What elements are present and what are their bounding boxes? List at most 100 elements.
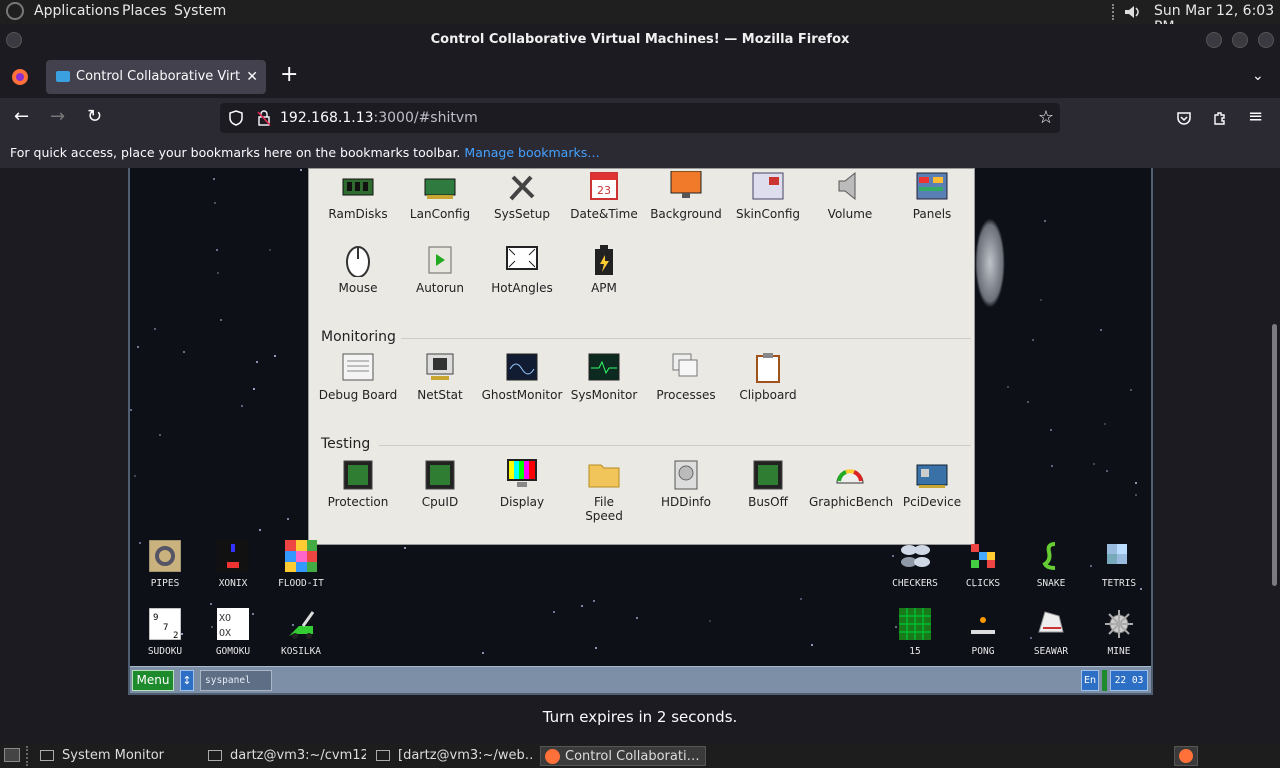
pocket-icon[interactable] — [1176, 110, 1192, 126]
app-netstat[interactable]: NetStat — [399, 352, 481, 402]
firefox-icon[interactable] — [11, 68, 29, 86]
page-scrollbar[interactable] — [1272, 324, 1277, 586]
hard-disk-icon — [674, 460, 698, 490]
maximize-button[interactable] — [1232, 32, 1248, 48]
vm-task-syspanel[interactable]: syspanel — [200, 670, 272, 691]
vm-clock[interactable]: 22 03 — [1110, 670, 1148, 691]
app-pcidevice[interactable]: PciDevice — [891, 459, 973, 509]
desktop-icon-gomoku[interactable]: XO OX GOMOKU — [198, 608, 268, 657]
back-button[interactable]: ← — [14, 106, 29, 127]
close-tab-icon[interactable]: ✕ — [246, 60, 258, 94]
snake-icon — [1042, 542, 1056, 570]
app-display[interactable]: Display — [481, 459, 563, 509]
new-tab-button[interactable]: + — [280, 62, 298, 87]
places-menu[interactable]: Places — [122, 3, 167, 19]
app-file-speed[interactable]: File Speed — [563, 459, 645, 523]
star — [137, 346, 140, 349]
app-lanconfig[interactable]: LanConfig — [399, 171, 481, 221]
list-tabs-chevron-icon[interactable]: ⌄ — [1252, 68, 1264, 84]
minimize-button[interactable] — [1206, 32, 1222, 48]
app-graphicbench[interactable]: GraphicBench — [809, 459, 893, 509]
star — [217, 272, 220, 275]
star — [214, 201, 217, 204]
star — [273, 355, 276, 357]
star — [1039, 298, 1042, 301]
app-sysmonitor[interactable]: SysMonitor — [563, 352, 645, 402]
window-menu-button[interactable] — [6, 32, 22, 48]
gnome-logo-icon[interactable] — [6, 2, 24, 20]
vm-swap-icon[interactable]: ↕ — [180, 670, 194, 691]
taskbar-item-firefox[interactable]: Control Collaborati… — [540, 746, 706, 766]
bookmark-star-icon[interactable]: ☆ — [1038, 103, 1054, 133]
app-syssetup[interactable]: SysSetup — [481, 171, 563, 221]
show-desktop-icon[interactable] — [4, 748, 20, 762]
taskbar-item-terminal-web[interactable]: [dartz@vm3:~/web… — [374, 746, 534, 766]
app-ghostmonitor[interactable]: GhostMonitor — [481, 352, 563, 402]
vm-language[interactable]: En — [1081, 670, 1099, 691]
mine-icon — [1105, 610, 1133, 638]
shield-icon[interactable] — [228, 110, 244, 126]
desktop-icon-flood-it[interactable]: FLOOD-IT — [266, 540, 336, 589]
app-volume[interactable]: Volume — [809, 171, 891, 221]
section-divider — [379, 445, 971, 446]
star — [299, 169, 302, 172]
app-protection[interactable]: Protection — [317, 459, 399, 509]
section-testing: Testing — [321, 436, 371, 452]
close-window-button[interactable] — [1258, 32, 1274, 48]
desktop-icon-15[interactable]: 15 — [880, 608, 950, 657]
app-cpuid[interactable]: CpuID — [399, 459, 481, 509]
star — [286, 518, 289, 520]
app-datetime[interactable]: 23 Date&Time — [563, 171, 645, 221]
app-busoff[interactable]: BusOff — [727, 459, 809, 509]
star — [213, 178, 216, 181]
app-clipboard[interactable]: Clipboard — [727, 352, 809, 402]
app-debug-board[interactable]: Debug Board — [317, 352, 399, 402]
vm-screen[interactable]: RamDisks LanConfig SysSetup 23 Date&Time … — [128, 168, 1153, 695]
url-bar[interactable]: 192.168.1.13:3000/#shitvm ☆ — [220, 103, 1060, 133]
app-menu-icon[interactable]: ≡ — [1248, 106, 1263, 127]
tab-active[interactable]: Control Collaborative Virtual Machines! … — [46, 60, 266, 94]
extensions-icon[interactable] — [1212, 110, 1228, 126]
system-menu[interactable]: System — [174, 3, 226, 19]
app-hddinfo[interactable]: HDDinfo — [645, 459, 727, 509]
app-background[interactable]: Background — [645, 171, 727, 221]
star — [154, 328, 157, 331]
desktop-icon-clicks[interactable]: CLICKS — [948, 540, 1018, 589]
bookmarks-toolbar: For quick access, place your bookmarks h… — [0, 138, 1280, 168]
desktop-icon-pipes[interactable]: PIPES — [130, 540, 200, 589]
tetris-icon — [1107, 544, 1127, 564]
desktop-icon-pong[interactable]: PONG — [948, 608, 1018, 657]
insecure-lock-icon[interactable] — [256, 110, 272, 126]
app-panels[interactable]: Panels — [891, 171, 973, 221]
desktop-icon-checkers[interactable]: CHECKERS — [880, 540, 950, 589]
app-ramdisks[interactable]: RamDisks — [317, 171, 399, 221]
forward-button[interactable]: → — [50, 106, 65, 127]
reload-button[interactable]: ↻ — [87, 106, 102, 127]
app-mouse[interactable]: Mouse — [317, 245, 399, 295]
app-skinconfig[interactable]: SkinConfig — [727, 171, 809, 221]
vm-menu-button[interactable]: Menu — [132, 670, 174, 691]
desktop-icon-sudoku[interactable]: 9 7 2 SUDOKU — [130, 608, 200, 657]
network-card-icon — [424, 178, 456, 199]
desktop-icon-kosilka[interactable]: KOSILKA — [266, 608, 336, 657]
clipboard-icon — [756, 353, 780, 383]
applications-menu[interactable]: Applications — [34, 3, 120, 19]
taskbar-item-system-monitor[interactable]: System Monitor — [38, 746, 198, 766]
app-hotangles[interactable]: HotAngles — [481, 245, 563, 295]
volume-icon[interactable] — [1122, 2, 1142, 22]
app-apm[interactable]: APM — [563, 245, 645, 295]
tray-firefox-button[interactable] — [1174, 746, 1198, 766]
desktop-icon-snake[interactable]: SNAKE — [1016, 540, 1086, 589]
taskbar-item-terminal-cvm12[interactable]: dartz@vm3:~/cvm12 — [206, 746, 366, 766]
app-processes[interactable]: Processes — [645, 352, 727, 402]
star — [580, 604, 583, 607]
desktop-icon-seawar[interactable]: SEAWAR — [1016, 608, 1086, 657]
screen-corners-icon — [506, 246, 538, 270]
star — [159, 433, 162, 436]
manage-bookmarks-link[interactable]: Manage bookmarks… — [464, 145, 599, 160]
desktop-icon-mine[interactable]: MINE — [1084, 608, 1151, 657]
desktop-icon-xonix[interactable]: XONIX — [198, 540, 268, 589]
desktop-icon-tetris[interactable]: TETRIS — [1084, 540, 1151, 589]
window-titlebar[interactable]: Control Collaborative Virtual Machines! … — [0, 24, 1280, 56]
app-autorun[interactable]: Autorun — [399, 245, 481, 295]
